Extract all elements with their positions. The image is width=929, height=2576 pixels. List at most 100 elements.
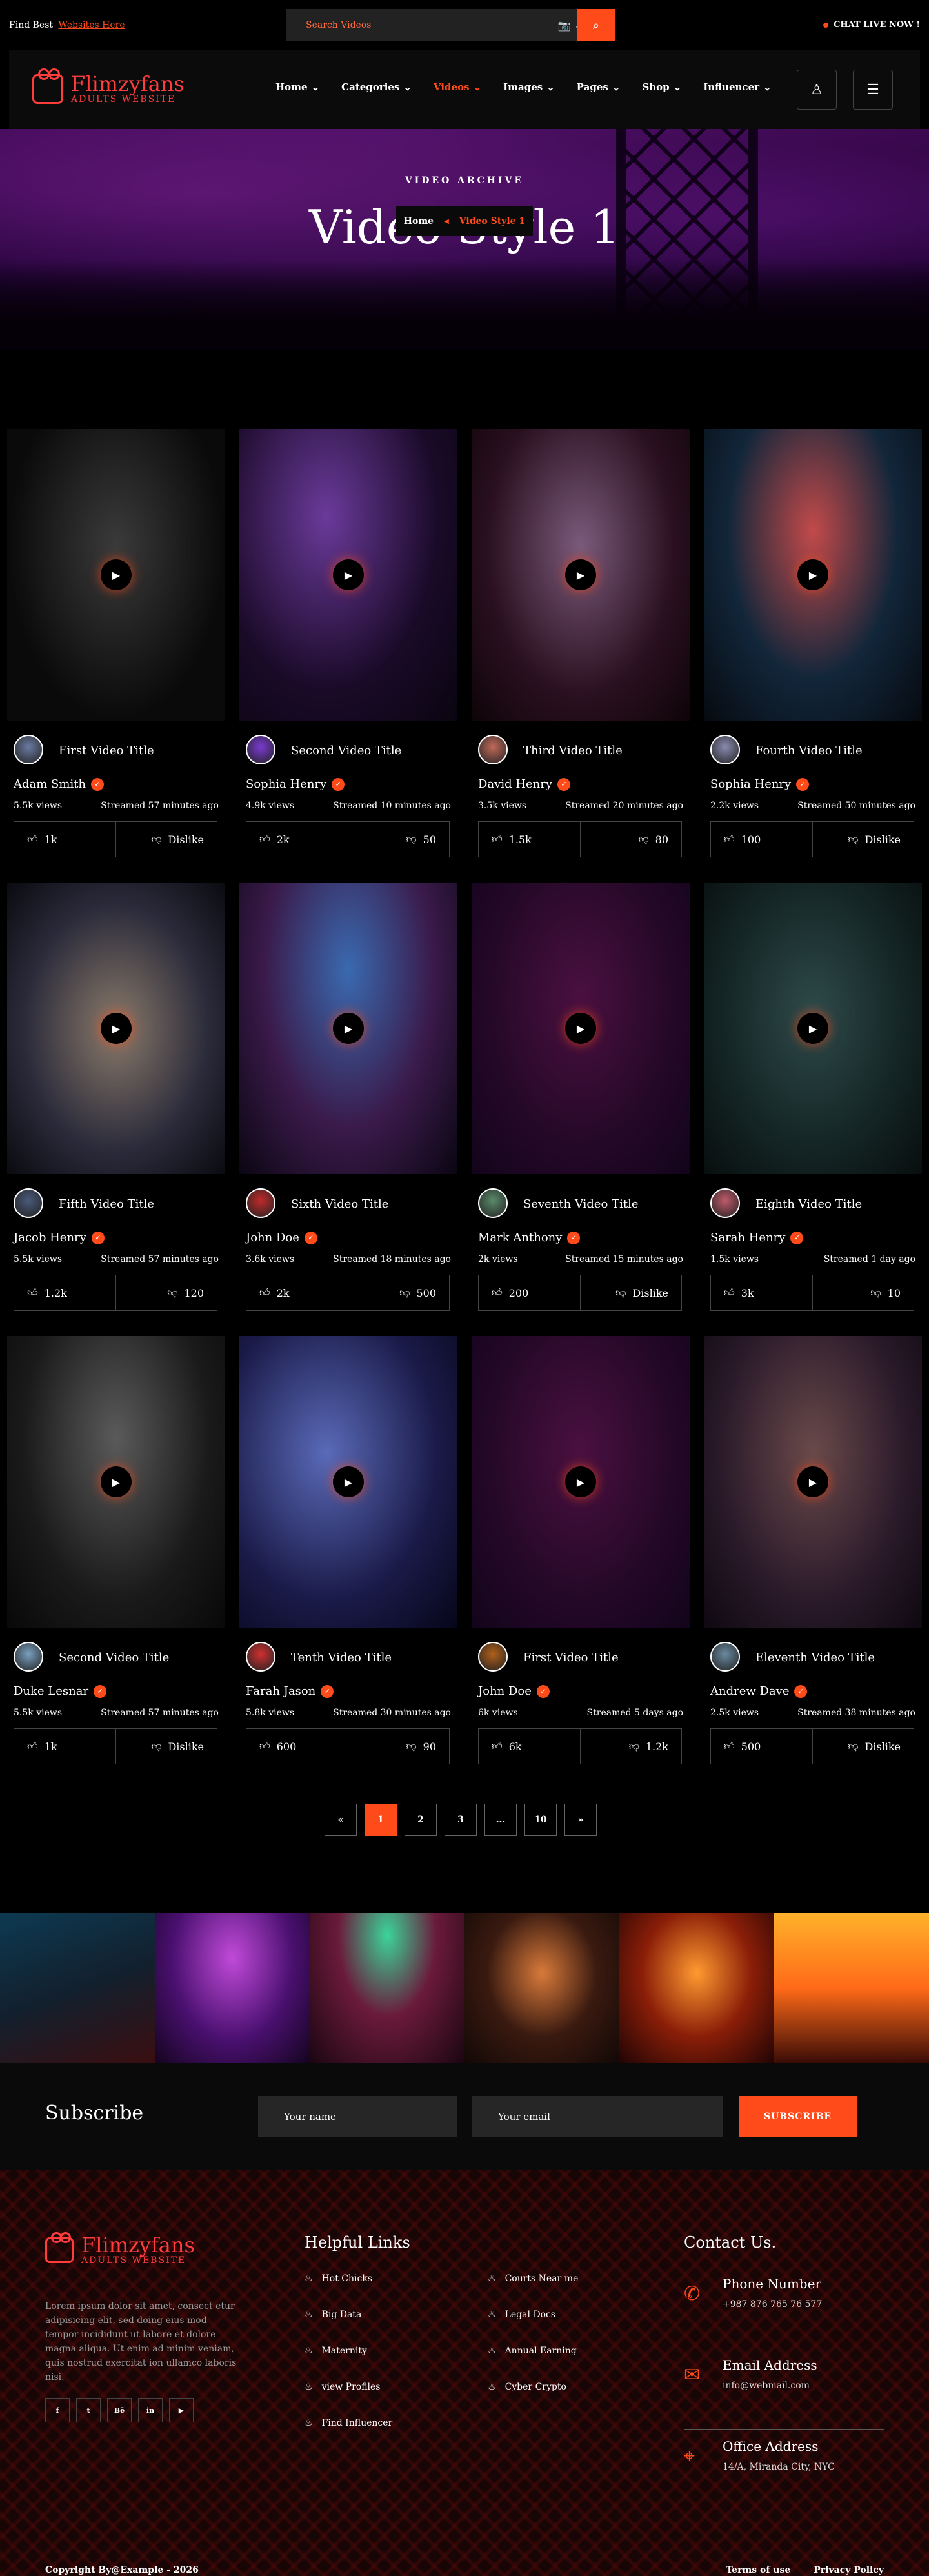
- video-author[interactable]: Adam Smith ✓: [14, 777, 105, 791]
- linkedin-icon[interactable]: in: [138, 2398, 163, 2422]
- video-title[interactable]: First Video Title: [59, 744, 154, 757]
- footer-link[interactable]: ♨ Big Data: [305, 2310, 392, 2320]
- video-author[interactable]: Farah Jason ✓: [246, 1684, 334, 1698]
- gallery-image[interactable]: [310, 1913, 464, 2063]
- play-button[interactable]: ▶: [565, 559, 596, 590]
- gallery-image[interactable]: [0, 1913, 155, 2063]
- search-button[interactable]: ⌕: [577, 9, 615, 41]
- play-button[interactable]: ▶: [101, 1466, 132, 1497]
- video-author[interactable]: John Doe ✓: [246, 1231, 317, 1244]
- user-button[interactable]: ♙: [797, 70, 837, 110]
- video-card[interactable]: ▶ First Video Title Adam Smith ✓ 5.5k vi…: [7, 429, 225, 883]
- dislike-button[interactable]: 👎︎ 80: [579, 822, 682, 857]
- menu-button[interactable]: ☰: [853, 70, 893, 110]
- dislike-button[interactable]: 👎︎ 90: [347, 1729, 450, 1764]
- footer-link[interactable]: ♨ Annual Earning: [488, 2346, 578, 2356]
- video-title[interactable]: Eighth Video Title: [755, 1197, 862, 1211]
- terms-link[interactable]: Terms of use: [726, 2565, 790, 2575]
- video-title[interactable]: Second Video Title: [59, 1651, 169, 1664]
- video-author[interactable]: Sarah Henry ✓: [710, 1231, 804, 1244]
- pagination-page[interactable]: 1: [365, 1804, 397, 1836]
- contact-phone-detail[interactable]: +987 876 765 76 577: [723, 2299, 822, 2310]
- behance-icon[interactable]: Bē: [107, 2398, 132, 2422]
- video-thumbnail[interactable]: ▶: [704, 1336, 922, 1628]
- like-button[interactable]: 👍︎ 6k: [479, 1729, 580, 1764]
- video-author[interactable]: David Henry ✓: [478, 777, 571, 791]
- chat-live-link[interactable]: CHAT LIVE NOW !: [823, 20, 920, 30]
- like-button[interactable]: 👍︎ 1k: [14, 822, 115, 857]
- pagination-page[interactable]: 3: [445, 1804, 477, 1836]
- video-author[interactable]: John Doe ✓: [478, 1684, 550, 1698]
- video-thumbnail[interactable]: ▶: [239, 1336, 457, 1628]
- play-button[interactable]: ▶: [101, 1013, 132, 1044]
- play-button[interactable]: ▶: [565, 1013, 596, 1044]
- avatar[interactable]: [246, 735, 275, 764]
- video-thumbnail[interactable]: ▶: [472, 429, 690, 721]
- dislike-button[interactable]: 👎︎ 1.2k: [579, 1729, 682, 1764]
- video-thumbnail[interactable]: ▶: [7, 883, 225, 1174]
- play-button[interactable]: ▶: [797, 1013, 828, 1044]
- video-author[interactable]: Sophia Henry ✓: [710, 777, 810, 791]
- privacy-link[interactable]: Privacy Policy: [814, 2565, 884, 2575]
- promo-link[interactable]: Websites Here: [58, 20, 125, 30]
- video-author[interactable]: Mark Anthony ✓: [478, 1231, 581, 1244]
- video-title[interactable]: First Video Title: [523, 1651, 619, 1664]
- video-card[interactable]: ▶ Second Video Title Duke Lesnar ✓ 5.5k …: [7, 1336, 225, 1790]
- dislike-button[interactable]: 👎︎ Dislike: [115, 1729, 217, 1764]
- video-title[interactable]: Eleventh Video Title: [755, 1651, 875, 1664]
- site-logo[interactable]: Flimzyfans ADULTS WEBSITE: [32, 68, 185, 105]
- subscribe-email-input[interactable]: [472, 2096, 723, 2137]
- avatar[interactable]: [710, 1188, 740, 1218]
- play-button[interactable]: ▶: [101, 559, 132, 590]
- video-card[interactable]: ▶ Fourth Video Title Sophia Henry ✓ 2.2k…: [704, 429, 922, 883]
- nav-videos[interactable]: Videos ⌄: [434, 81, 481, 93]
- like-button[interactable]: 👍︎ 2k: [246, 822, 348, 857]
- avatar[interactable]: [478, 735, 508, 764]
- dislike-button[interactable]: 👎︎ 500: [347, 1275, 450, 1310]
- video-card[interactable]: ▶ Third Video Title David Henry ✓ 3.5k v…: [472, 429, 690, 883]
- avatar[interactable]: [478, 1642, 508, 1672]
- dislike-button[interactable]: 👎︎ 10: [812, 1275, 914, 1310]
- nav-home[interactable]: Home ⌄: [275, 81, 319, 93]
- avatar[interactable]: [478, 1188, 508, 1218]
- youtube-icon[interactable]: ▶: [169, 2398, 194, 2422]
- nav-images[interactable]: Images ⌄: [503, 81, 555, 93]
- gallery-image[interactable]: [464, 1913, 619, 2063]
- video-author[interactable]: Jacob Henry ✓: [14, 1231, 105, 1244]
- contact-email-detail[interactable]: info@webmail.com: [723, 2381, 810, 2391]
- video-card[interactable]: ▶ Tenth Video Title Farah Jason ✓ 5.8k v…: [239, 1336, 457, 1790]
- video-card[interactable]: ▶ First Video Title John Doe ✓ 6k views …: [472, 1336, 690, 1790]
- video-title[interactable]: Fourth Video Title: [755, 744, 863, 757]
- dislike-button[interactable]: 👎︎ Dislike: [115, 822, 217, 857]
- avatar[interactable]: [710, 735, 740, 764]
- avatar[interactable]: [710, 1642, 740, 1672]
- like-button[interactable]: 👍︎ 1.2k: [14, 1275, 115, 1310]
- pagination-prev[interactable]: «: [325, 1804, 357, 1836]
- nav-shop[interactable]: Shop ⌄: [642, 81, 681, 93]
- video-title[interactable]: Third Video Title: [523, 744, 623, 757]
- video-title[interactable]: Second Video Title: [291, 744, 401, 757]
- footer-logo[interactable]: Flimzyfans ADULTS WEBSITE: [45, 2232, 195, 2266]
- nav-influencer[interactable]: Influencer ⌄: [703, 81, 771, 93]
- dislike-button[interactable]: 👎︎ 50: [347, 822, 450, 857]
- video-title[interactable]: Sixth Video Title: [291, 1197, 388, 1211]
- dislike-button[interactable]: 👎︎ Dislike: [812, 1729, 914, 1764]
- footer-link[interactable]: ♨ view Profiles: [305, 2382, 392, 2392]
- footer-link[interactable]: ♨ Hot Chicks: [305, 2273, 392, 2284]
- video-thumbnail[interactable]: ▶: [239, 429, 457, 721]
- video-card[interactable]: ▶ Seventh Video Title Mark Anthony ✓ 2k …: [472, 883, 690, 1336]
- pagination-page[interactable]: 10: [524, 1804, 557, 1836]
- footer-link[interactable]: ♨ Maternity: [305, 2346, 392, 2356]
- like-button[interactable]: 👍︎ 200: [479, 1275, 580, 1310]
- nav-categories[interactable]: Categories ⌄: [341, 81, 412, 93]
- like-button[interactable]: 👍︎ 600: [246, 1729, 348, 1764]
- avatar[interactable]: [14, 1188, 43, 1218]
- video-card[interactable]: ▶ Sixth Video Title John Doe ✓ 3.6k view…: [239, 883, 457, 1336]
- play-button[interactable]: ▶: [333, 1466, 364, 1497]
- video-thumbnail[interactable]: ▶: [704, 429, 922, 721]
- subscribe-button[interactable]: SUBSCRIBE: [739, 2096, 857, 2137]
- play-button[interactable]: ▶: [797, 1466, 828, 1497]
- like-button[interactable]: 👍︎ 2k: [246, 1275, 348, 1310]
- video-card[interactable]: ▶ Eleventh Video Title Andrew Dave ✓ 2.5…: [704, 1336, 922, 1790]
- video-author[interactable]: Duke Lesnar ✓: [14, 1684, 107, 1698]
